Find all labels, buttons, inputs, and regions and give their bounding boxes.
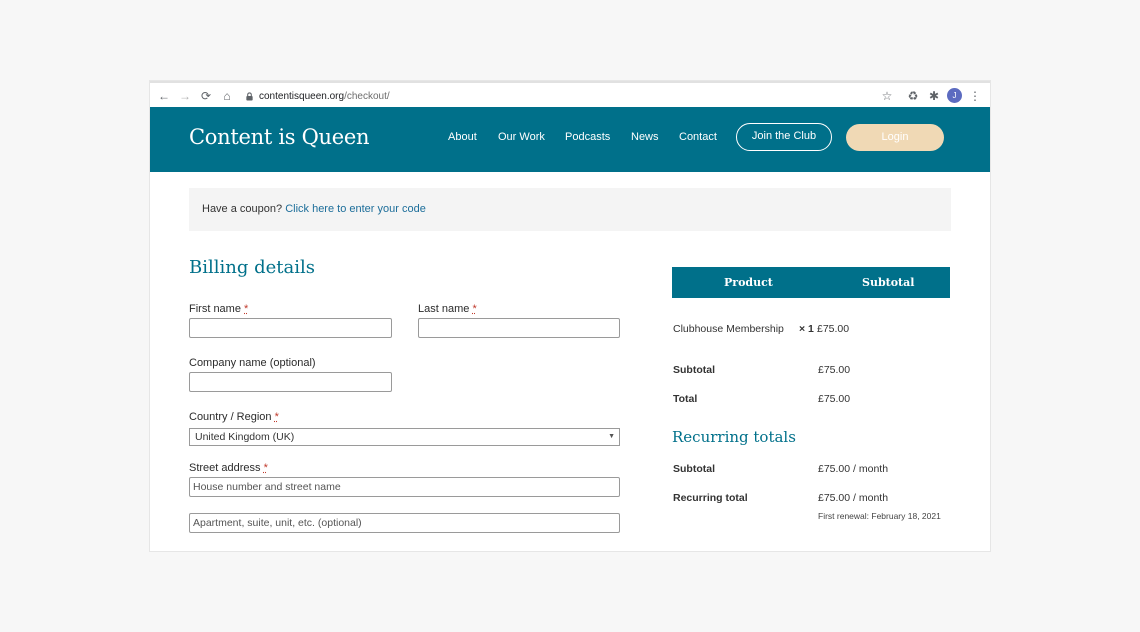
url-path: /checkout/ [344,90,390,102]
recurring-totals-title: Recurring totals [672,428,796,446]
company-name-label: Company name (optional) [189,357,316,369]
last-name-label: Last name * [418,303,477,315]
recurring-subtotal-value: £75.00 / month [818,463,889,475]
recurring-total-value: £75.00 / month [818,492,889,504]
chevron-down-icon: ▼ [608,433,615,440]
home-icon[interactable]: ⌂ [219,88,235,104]
street-address-label: Street address * [189,462,268,474]
country-label: Country / Region * [189,411,279,423]
order-table-header: Product Subtotal [672,267,950,298]
nav-news[interactable]: News [631,131,659,143]
recurring-subtotal-label: Subtotal [673,463,715,475]
country-select[interactable]: United Kingdom (UK) ▼ [189,428,620,446]
country-value: United Kingdom (UK) [195,431,295,443]
first-name-field[interactable] [189,318,392,338]
lock-icon [246,91,253,101]
puzzle-icon[interactable]: ✱ [926,88,942,104]
item-name: Clubhouse Membership [673,323,784,335]
site-header: Content is Queen About Our Work Podcasts… [150,107,990,172]
nav-about[interactable]: About [448,131,477,143]
recurring-total-label: Recurring total [673,492,748,504]
apartment-field[interactable] [189,513,620,533]
item-quantity: × 1 [799,323,814,335]
billing-title: Billing details [189,257,315,278]
subtotal-label: Subtotal [673,364,715,376]
coupon-notice: Have a coupon? Click here to enter your … [189,188,951,231]
nav-podcasts[interactable]: Podcasts [565,131,610,143]
company-name-field[interactable] [189,372,392,392]
coupon-link[interactable]: Click here to enter your code [285,203,426,215]
reload-icon[interactable]: ⟳ [198,88,214,104]
avatar[interactable]: J [947,88,962,103]
back-icon[interactable]: ← [156,88,172,104]
col-subtotal: Subtotal [862,276,915,289]
street-address-field[interactable] [189,477,620,497]
login-button[interactable]: Login [846,124,944,151]
total-value: £75.00 [818,393,851,405]
address-bar[interactable]: contentisqueen.org/checkout/ [245,88,390,104]
browser-toolbar: ← → ⟳ ⌂ contentisqueen.org/checkout/ ☆ ♻… [150,81,990,109]
total-label: Total [673,393,698,405]
item-price: £75.00 [817,323,850,335]
recycle-icon[interactable]: ♻ [905,88,921,104]
nav-our-work[interactable]: Our Work [498,131,545,143]
last-name-field[interactable] [418,318,620,338]
url-domain: contentisqueen.org [259,90,345,102]
col-product: Product [724,276,773,289]
first-name-label: First name * [189,303,249,315]
browser-window: ← → ⟳ ⌂ contentisqueen.org/checkout/ ☆ ♻… [150,81,990,551]
site-logo[interactable]: Content is Queen [189,125,370,149]
subtotal-value: £75.00 [818,364,851,376]
first-renewal-note: First renewal: February 18, 2021 [818,511,941,521]
star-icon[interactable]: ☆ [879,88,895,104]
forward-icon[interactable]: → [177,88,193,104]
menu-dots-icon[interactable]: ⋮ [967,88,983,104]
nav-contact[interactable]: Contact [679,131,717,143]
join-club-button[interactable]: Join the Club [736,123,832,151]
coupon-text: Have a coupon? [202,203,283,215]
